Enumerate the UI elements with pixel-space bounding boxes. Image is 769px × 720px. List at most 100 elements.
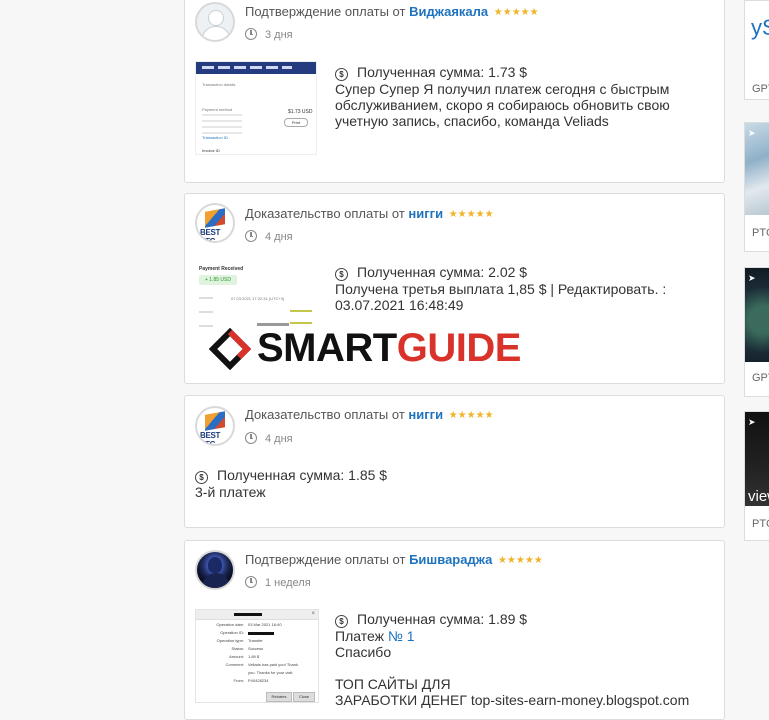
rating-stars-icon: ★★★★★ xyxy=(448,209,494,220)
thumb-row-value: Veliads has paid you! Thank xyxy=(248,662,298,667)
thumb-label: Transaction ID xyxy=(202,135,228,140)
thumb-row: you. Thanks for your visit. xyxy=(198,670,316,678)
comment-line: Супер Супер Я получил платеж сегодня с б… xyxy=(335,81,670,97)
payment-label: Платеж xyxy=(335,628,384,644)
thumb-row: From: P40428234 xyxy=(198,678,316,686)
payment-proof-card: Подтверждение оплаты от Виджаякала ★★★★★… xyxy=(184,0,725,183)
thumb-row: Operation type: Transfer xyxy=(198,638,316,646)
user-link[interactable]: нигги xyxy=(408,407,443,422)
sidebar-ad-title: view xyxy=(748,488,769,505)
thumb-row-value: 1.89 $ xyxy=(248,654,260,659)
thumb-row: Operation ID: xyxy=(198,630,316,638)
thumb-label: Transaction details xyxy=(202,82,236,87)
sidebar-ad-caption: PTC xyxy=(752,518,769,530)
thumb-row-key: From: xyxy=(233,678,244,683)
thumb-row-key: Comment: xyxy=(225,662,244,667)
card-title-prefix: Подтверждение оплаты от xyxy=(245,4,406,19)
payment-screenshot[interactable]: × Operation date: 03 Mar 2021 16:40 Operat… xyxy=(195,609,319,703)
thumb-row-key: Operation date: xyxy=(216,622,244,627)
thumb-row: Amount: 1.89 $ xyxy=(198,654,316,662)
thumb-row-value: Success xyxy=(248,646,264,651)
thumb-row-value: Transfer xyxy=(248,638,263,643)
post-time: 3 дня xyxy=(245,28,293,41)
dollar-icon: $ xyxy=(335,268,348,281)
received-amount: Полученная сумма: 1.89 $ xyxy=(357,611,528,627)
comment-line: обслуживанием, скоро я собираюсь обновит… xyxy=(335,97,670,113)
payment-proof-card: BEST PTC Доказательство оплаты от нигги … xyxy=(184,395,725,528)
clock-icon xyxy=(245,28,257,40)
sidebar-ad-caption: GPT xyxy=(752,372,769,384)
thumb-button: Print xyxy=(284,118,308,127)
payment-screenshot[interactable]: Transaction details Payment method $1.73… xyxy=(195,61,317,155)
post-time: 4 дня xyxy=(245,432,293,445)
clock-icon xyxy=(245,576,257,588)
clock-icon xyxy=(245,432,257,444)
comment-line: ЗАРАБОТКИ ДЕНЕГ top-sites-earn-money.blo… xyxy=(335,692,690,708)
comment-line: Спасибо xyxy=(335,644,392,660)
thumb-row: Status: Success xyxy=(198,646,316,654)
time-text: 4 дня xyxy=(265,433,293,445)
avatar[interactable] xyxy=(195,2,235,42)
card-title: Подтверждение оплаты от Бишвараджа ★★★★★ xyxy=(245,552,543,567)
thumb-date: 07.03.2021 17:22:31 (UTC+3) xyxy=(231,296,285,301)
sidebar-ad-2[interactable]: ➤ PTC xyxy=(744,122,769,252)
thumb-row-key: Amount: xyxy=(229,654,244,659)
sidebar-ad-caption: GPT xyxy=(752,83,769,95)
post-time: 1 неделя xyxy=(245,576,311,589)
thumb-row-value: P40428234 xyxy=(248,678,269,683)
card-title-prefix: Доказательство оплаты от xyxy=(245,407,405,422)
thumb-row-value: 03 Mar 2021 16:40 xyxy=(248,622,282,627)
comment-line: 3-й платеж xyxy=(195,484,266,500)
card-body: $ Полученная сумма: 1.85 $ 3-й платеж xyxy=(195,467,387,500)
sidebar-ad-1[interactable]: yS GPT xyxy=(744,0,769,100)
user-link[interactable]: нигги xyxy=(408,206,443,221)
user-link[interactable]: Бишвараджа xyxy=(409,552,492,567)
avatar[interactable]: BEST PTC xyxy=(195,203,235,243)
thumb-rows: Operation date: 03 Mar 2021 16:40 Operatio… xyxy=(198,622,316,686)
sidebar-ad-3[interactable]: ➤ GPT xyxy=(744,267,769,397)
thumb-row-key: Operation type: xyxy=(216,638,244,643)
card-title: Доказательство оплаты от нигги ★★★★★ xyxy=(245,407,494,422)
pin-icon: ➤ xyxy=(748,417,756,427)
pin-icon: ➤ xyxy=(748,273,756,283)
received-amount: Полученная сумма: 2.02 $ xyxy=(357,264,528,280)
watermark-part1: SMART xyxy=(257,326,397,370)
thumb-label: Invoice ID xyxy=(202,148,220,153)
sidebar-ad-4[interactable]: ➤ view PTC xyxy=(744,411,769,541)
card-title: Подтверждение оплаты от Виджаякала ★★★★★ xyxy=(245,4,539,19)
thumb-title: Payment Received xyxy=(199,266,244,272)
card-title-prefix: Подтверждение оплаты от xyxy=(245,552,406,567)
sidebar-ad-caption: PTC xyxy=(752,227,769,239)
smartguide-logo-icon xyxy=(209,328,251,370)
watermark-text: SMARTGUIDE xyxy=(257,326,521,371)
pin-icon: ➤ xyxy=(748,128,756,138)
comment-line: учетную запись, спасибо, команда Veliads xyxy=(335,113,609,129)
comment-line: ТОП САЙТЫ ДЛЯ xyxy=(335,676,451,692)
dollar-icon: $ xyxy=(195,471,208,484)
card-body: $ Полученная сумма: 1.89 $ Платеж № 1 Спа… xyxy=(335,611,689,708)
avatar[interactable] xyxy=(195,550,235,590)
payment-number-link[interactable]: № 1 xyxy=(388,628,415,644)
thumb-row: Operation date: 03 Mar 2021 16:40 xyxy=(198,622,316,630)
dollar-icon: $ xyxy=(335,68,348,81)
dollar-icon: $ xyxy=(335,615,348,628)
user-link[interactable]: Виджаякала xyxy=(409,4,488,19)
avatar[interactable]: BEST PTC xyxy=(195,406,235,446)
time-text: 3 дня xyxy=(265,29,293,41)
rating-stars-icon: ★★★★★ xyxy=(448,410,494,421)
thumb-close-icon: × xyxy=(311,611,315,617)
thumb-row: Comment: Veliads has paid you! Thank xyxy=(198,662,316,670)
card-body: $ Полученная сумма: 1.73 $ Супер Супер Я … xyxy=(335,64,670,129)
received-amount: Полученная сумма: 1.73 $ xyxy=(357,64,528,80)
thumb-label: Payment method xyxy=(202,107,233,112)
payment-proof-card: Подтверждение оплаты от Бишвараджа ★★★★★… xyxy=(184,540,725,720)
watermark-part2: GUIDE xyxy=(396,326,522,370)
received-amount: Полученная сумма: 1.85 $ xyxy=(217,467,388,483)
rating-stars-icon: ★★★★★ xyxy=(497,555,543,566)
comment-line: Получена третья выплата 1,85 $ | Редакти… xyxy=(335,281,667,297)
post-time: 4 дня xyxy=(245,230,293,243)
comment-line: 03.07.2021 16:48:49 xyxy=(335,297,464,313)
card-body: $ Полученная сумма: 2.02 $ Получена треть… xyxy=(335,264,666,313)
card-title: Доказательство оплаты от нигги ★★★★★ xyxy=(245,206,494,221)
thumb-row-key: Status: xyxy=(231,646,244,651)
